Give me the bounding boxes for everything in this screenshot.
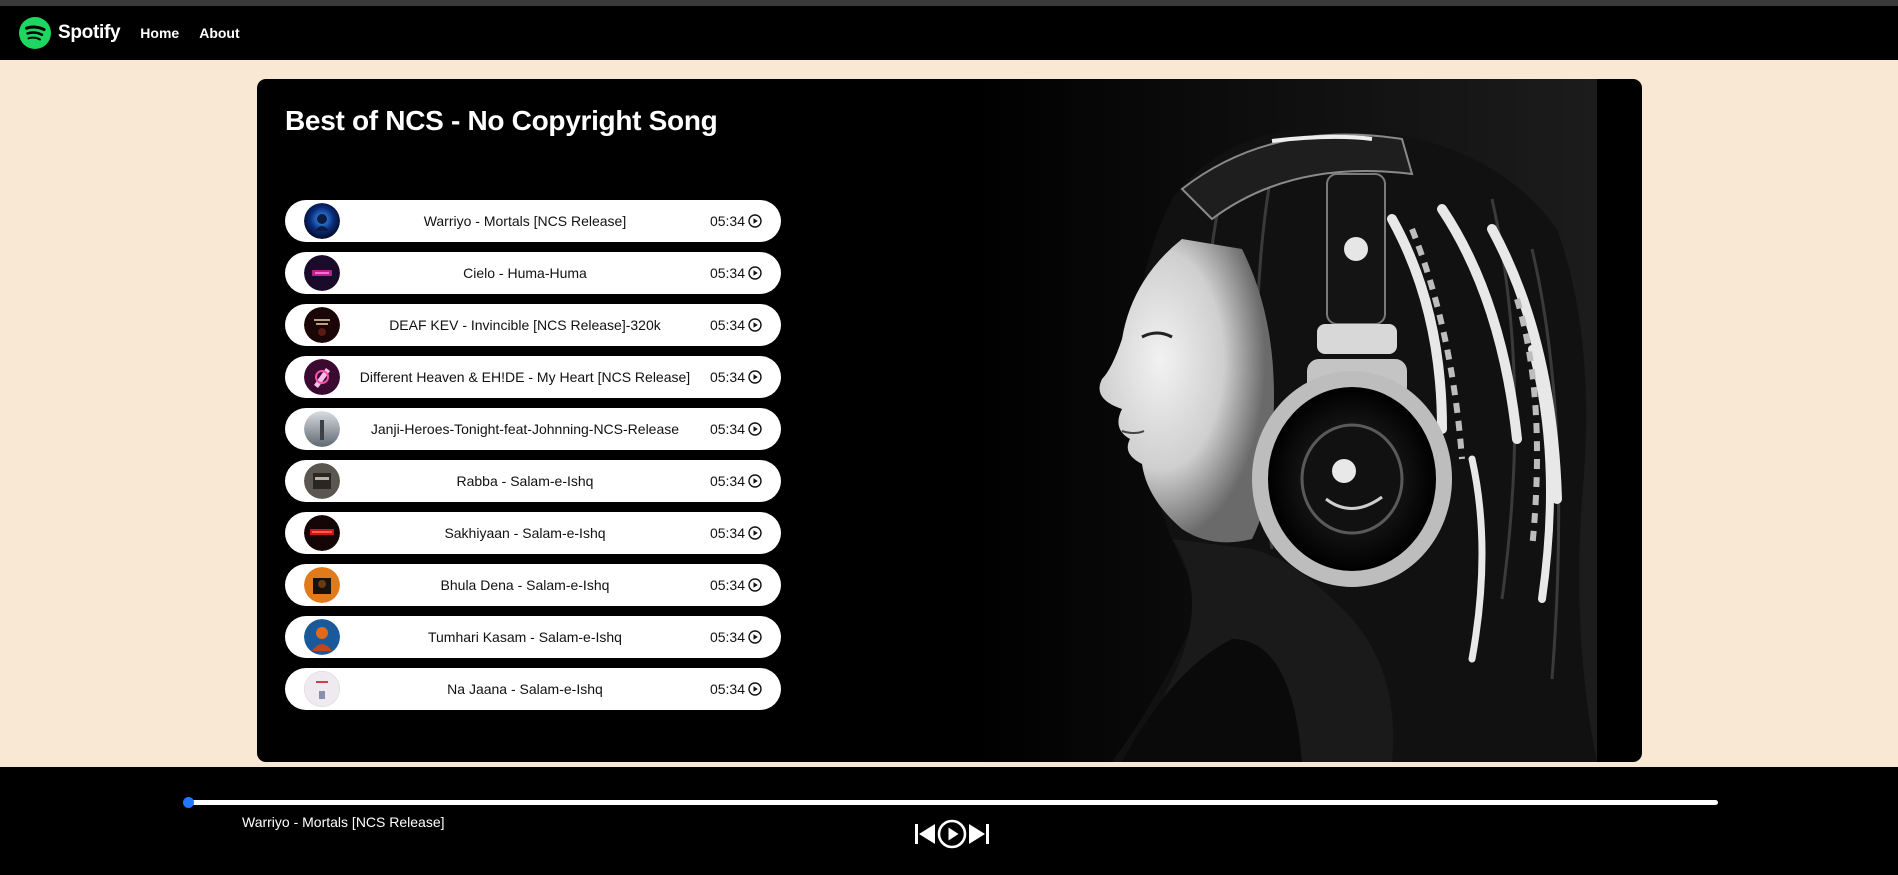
play-icon[interactable] xyxy=(937,819,967,849)
song-duration: 05:34 xyxy=(710,629,762,645)
song-cover-image xyxy=(304,359,340,395)
nav-link-about[interactable]: About xyxy=(199,25,239,41)
spotify-logo-icon xyxy=(19,17,51,49)
player-bar: Warriyo - Mortals [NCS Release] xyxy=(0,767,1898,875)
song-duration: 05:34 xyxy=(710,681,762,697)
song-cover-image xyxy=(304,307,340,343)
song-duration: 05:34 xyxy=(710,369,762,385)
song-duration: 05:34 xyxy=(710,577,762,593)
song-cover-image xyxy=(304,619,340,655)
song-duration-text: 05:34 xyxy=(709,525,745,541)
play-circle-icon[interactable] xyxy=(748,474,762,488)
song-name: Sakhiyaan - Salam-e-Ishq xyxy=(444,525,606,541)
song-name: Rabba - Salam-e-Ishq xyxy=(456,473,594,489)
brand-name: Spotify xyxy=(58,22,121,43)
song-duration-text: 05:34 xyxy=(709,369,745,385)
song-cover-image xyxy=(304,255,340,291)
brand[interactable]: Spotify xyxy=(18,16,121,50)
song-item[interactable]: Warriyo - Mortals [NCS Release] 05:34 xyxy=(285,200,781,242)
song-item[interactable]: Bhula Dena - Salam-e-Ishq 05:34 xyxy=(285,564,781,606)
song-cover-image xyxy=(304,671,340,707)
song-duration-text: 05:34 xyxy=(709,629,745,645)
song-name: Different Heaven & EH!DE - My Heart [NCS… xyxy=(359,369,691,385)
song-name: DEAF KEV - Invincible [NCS Release]-320k xyxy=(389,317,661,333)
song-item[interactable]: Rabba - Salam-e-Ishq 05:34 xyxy=(285,460,781,502)
previous-icon[interactable] xyxy=(914,822,936,846)
song-duration-text: 05:34 xyxy=(709,681,745,697)
play-circle-icon[interactable] xyxy=(748,682,762,696)
song-item[interactable]: Janji-Heroes-Tonight-feat-Johnning-NCS-R… xyxy=(285,408,781,450)
song-name: Warriyo - Mortals [NCS Release] xyxy=(423,213,627,229)
song-duration: 05:34 xyxy=(710,213,762,229)
play-circle-icon[interactable] xyxy=(748,578,762,592)
song-item[interactable]: Different Heaven & EH!DE - My Heart [NCS… xyxy=(285,356,781,398)
page-title: Best of NCS - No Copyright Song xyxy=(285,105,718,136)
song-duration-text: 05:34 xyxy=(709,213,745,229)
navbar: Spotify Home About xyxy=(0,6,1898,60)
play-circle-icon[interactable] xyxy=(748,526,762,540)
song-name: Bhula Dena - Salam-e-Ishq xyxy=(440,577,610,593)
song-duration-text: 05:34 xyxy=(709,317,745,333)
song-duration-text: 05:34 xyxy=(709,577,745,593)
song-duration-text: 05:34 xyxy=(709,265,745,281)
song-duration: 05:34 xyxy=(710,317,762,333)
song-item[interactable]: Na Jaana - Salam-e-Ishq 05:34 xyxy=(285,668,781,710)
play-circle-icon[interactable] xyxy=(748,630,762,644)
play-circle-icon[interactable] xyxy=(748,266,762,280)
headphones-artwork-image xyxy=(972,79,1597,762)
playlist-container: Best of NCS - No Copyright Song Warriyo … xyxy=(257,79,1642,762)
song-name: Cielo - Huma-Huma xyxy=(463,265,587,281)
play-circle-icon[interactable] xyxy=(748,422,762,436)
song-cover-image xyxy=(304,463,340,499)
song-cover-image xyxy=(304,515,340,551)
song-name: Janji-Heroes-Tonight-feat-Johnning-NCS-R… xyxy=(370,421,680,437)
song-item[interactable]: DEAF KEV - Invincible [NCS Release]-320k… xyxy=(285,304,781,346)
progress-knob[interactable] xyxy=(183,797,194,808)
song-item[interactable]: Tumhari Kasam - Salam-e-Ishq 05:34 xyxy=(285,616,781,658)
play-circle-icon[interactable] xyxy=(748,370,762,384)
play-circle-icon[interactable] xyxy=(748,214,762,228)
song-cover-image xyxy=(304,567,340,603)
song-name: Tumhari Kasam - Salam-e-Ishq xyxy=(427,629,622,645)
song-duration: 05:34 xyxy=(710,473,762,489)
song-name: Na Jaana - Salam-e-Ishq xyxy=(447,681,603,697)
song-duration: 05:34 xyxy=(710,421,762,437)
play-circle-icon[interactable] xyxy=(748,318,762,332)
next-icon[interactable] xyxy=(968,822,990,846)
song-duration: 05:34 xyxy=(710,525,762,541)
song-duration-text: 05:34 xyxy=(709,421,745,437)
progress-slider[interactable] xyxy=(183,797,1718,808)
song-item[interactable]: Sakhiyaan - Salam-e-Ishq 05:34 xyxy=(285,512,781,554)
now-playing-title: Warriyo - Mortals [NCS Release] xyxy=(242,814,445,830)
playback-controls xyxy=(914,819,990,849)
song-duration: 05:34 xyxy=(710,265,762,281)
nav-link-home[interactable]: Home xyxy=(140,25,179,41)
song-item[interactable]: Cielo - Huma-Huma 05:34 xyxy=(285,252,781,294)
song-cover-image xyxy=(304,411,340,447)
song-duration-text: 05:34 xyxy=(709,473,745,489)
song-list: Warriyo - Mortals [NCS Release] 05:34 Ci… xyxy=(285,200,781,720)
song-cover-image xyxy=(304,203,340,239)
